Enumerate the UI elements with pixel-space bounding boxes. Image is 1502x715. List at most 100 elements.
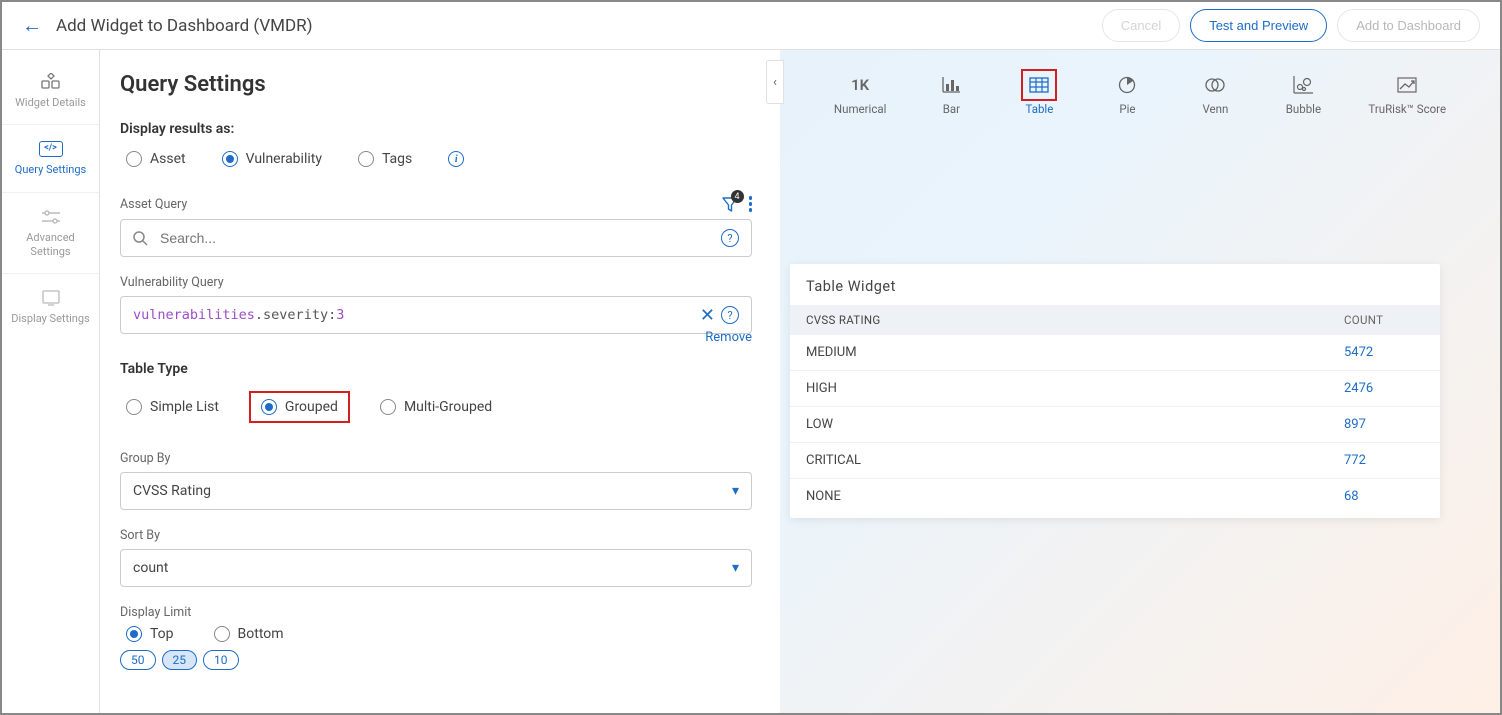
sidebar-label: Query Settings [15, 163, 86, 176]
radio-tags[interactable]: Tags [358, 151, 412, 167]
remove-link[interactable]: Remove [120, 330, 752, 345]
radio-asset[interactable]: Asset [126, 151, 186, 167]
radio-icon [214, 626, 230, 642]
chart-type-numerical[interactable]: 1K Numerical [834, 74, 887, 116]
chart-type-bar[interactable]: Bar [928, 74, 974, 116]
chart-type-bubble[interactable]: Bubble [1280, 74, 1326, 116]
radio-icon [126, 151, 142, 167]
vuln-query-input-wrap[interactable]: vulnerabilities.severity:3 ✕ ? [120, 296, 752, 334]
radio-simple-list[interactable]: Simple List [126, 399, 219, 415]
main-panel: Query Settings Display results as: Asset… [100, 50, 780, 713]
sort-by-label: Sort By [120, 528, 752, 543]
radio-top[interactable]: Top [126, 626, 174, 642]
sidebar-item-advanced-settings[interactable]: Advanced Settings [2, 193, 99, 275]
back-arrow-icon[interactable]: ← [22, 13, 42, 38]
sidebar-item-display-settings[interactable]: Display Settings [2, 274, 99, 340]
sidebar-label: Widget Details [15, 96, 86, 109]
clear-icon[interactable]: ✕ [694, 305, 721, 326]
cell-count[interactable]: 2476 [1344, 381, 1424, 396]
chevron-down-icon: ▾ [732, 560, 739, 576]
info-icon[interactable]: i [448, 151, 464, 167]
table-type-label: Table Type [120, 361, 752, 377]
select-value: CVSS Rating [133, 483, 211, 499]
trurisk-icon [1368, 74, 1446, 96]
radio-label: Asset [150, 151, 186, 167]
sort-by-select[interactable]: count ▾ [120, 549, 752, 587]
radio-label: Grouped [285, 399, 338, 415]
table-row: LOW 897 [790, 407, 1440, 443]
radio-icon [126, 626, 142, 642]
chart-type-venn[interactable]: Venn [1192, 74, 1238, 116]
radio-bottom[interactable]: Bottom [214, 626, 284, 642]
chart-type-trurisk[interactable]: TruRisk™ Score [1368, 74, 1446, 116]
help-icon[interactable]: ? [721, 229, 739, 247]
widget-title: Table Widget [790, 264, 1440, 305]
chart-type-table[interactable]: Table [1016, 74, 1062, 116]
filter-icon[interactable]: 4 [721, 195, 739, 213]
asset-query-input-wrap: ? [120, 219, 752, 257]
cell-count[interactable]: 68 [1344, 489, 1424, 504]
pill-50[interactable]: 50 [120, 650, 156, 670]
display-results-label: Display results as: [120, 121, 752, 137]
test-preview-button[interactable]: Test and Preview [1190, 9, 1327, 42]
body: Widget Details </> Query Settings Advanc… [2, 50, 1500, 713]
table-header: CVSS RATING COUNT [790, 305, 1440, 335]
venn-icon [1192, 74, 1238, 96]
collapse-preview-icon[interactable]: ‹ [766, 60, 784, 104]
radio-icon [222, 151, 238, 167]
radio-icon [380, 399, 396, 415]
asset-query-label: Asset Query 4 [120, 195, 752, 213]
table-widget-preview: Table Widget CVSS RATING COUNT MEDIUM 54… [790, 264, 1440, 518]
cancel-button[interactable]: Cancel [1102, 9, 1180, 42]
ct-label: Table [1025, 102, 1053, 116]
table-row: NONE 68 [790, 479, 1440, 514]
add-to-dashboard-button[interactable]: Add to Dashboard [1337, 9, 1480, 42]
radio-icon [126, 399, 142, 415]
cell-rating: LOW [806, 417, 1344, 432]
cell-rating: CRITICAL [806, 453, 1344, 468]
display-results-radios: Asset Vulnerability Tags i [120, 151, 752, 167]
pill-25[interactable]: 25 [162, 650, 198, 670]
chart-type-selector: 1K Numerical Bar Table [780, 50, 1500, 134]
asset-query-input[interactable] [158, 229, 721, 247]
radio-icon [358, 151, 374, 167]
query-settings-icon: </> [6, 139, 95, 159]
display-limit-label: Display Limit [120, 605, 752, 620]
more-menu-icon[interactable] [749, 196, 753, 212]
header: ← Add Widget to Dashboard (VMDR) Cancel … [2, 2, 1500, 50]
col-header-rating: CVSS RATING [806, 313, 1344, 327]
filter-badge: 4 [731, 190, 744, 203]
sidebar-item-query-settings[interactable]: </> Query Settings [2, 125, 99, 192]
chart-type-pie[interactable]: Pie [1104, 74, 1150, 116]
radio-label: Bottom [238, 626, 284, 642]
help-icon[interactable]: ? [721, 306, 739, 324]
sidebar-item-widget-details[interactable]: Widget Details [2, 58, 99, 125]
table-icon [1016, 74, 1062, 96]
cell-rating: NONE [806, 489, 1344, 504]
ct-label: Pie [1119, 102, 1135, 116]
cell-count[interactable]: 897 [1344, 417, 1424, 432]
cell-count[interactable]: 5472 [1344, 345, 1424, 360]
radio-label: Tags [382, 151, 412, 167]
cell-count[interactable]: 772 [1344, 453, 1424, 468]
pill-10[interactable]: 10 [203, 650, 239, 670]
radio-label: Top [150, 626, 174, 642]
sidebar-label: Display Settings [11, 312, 89, 325]
widget-details-icon [6, 72, 95, 92]
radio-grouped[interactable]: Grouped [249, 391, 350, 423]
numerical-icon: 1K [834, 74, 887, 96]
vuln-query-text: vulnerabilities.severity:3 [133, 307, 694, 323]
chevron-down-icon: ▾ [732, 483, 739, 499]
radio-vulnerability[interactable]: Vulnerability [222, 151, 322, 167]
group-by-select[interactable]: CVSS Rating ▾ [120, 472, 752, 510]
select-value: count [133, 560, 168, 576]
ct-label: Bubble [1286, 102, 1321, 116]
ct-label: TruRisk™ Score [1368, 102, 1446, 116]
table-type-radios: Simple List Grouped Multi-Grouped [120, 391, 752, 423]
cell-rating: HIGH [806, 381, 1344, 396]
display-limit-radios: Top Bottom [120, 626, 752, 642]
radio-label: Vulnerability [246, 151, 322, 167]
table-row: MEDIUM 5472 [790, 335, 1440, 371]
group-by-label: Group By [120, 451, 752, 466]
radio-multi-grouped[interactable]: Multi-Grouped [380, 399, 492, 415]
